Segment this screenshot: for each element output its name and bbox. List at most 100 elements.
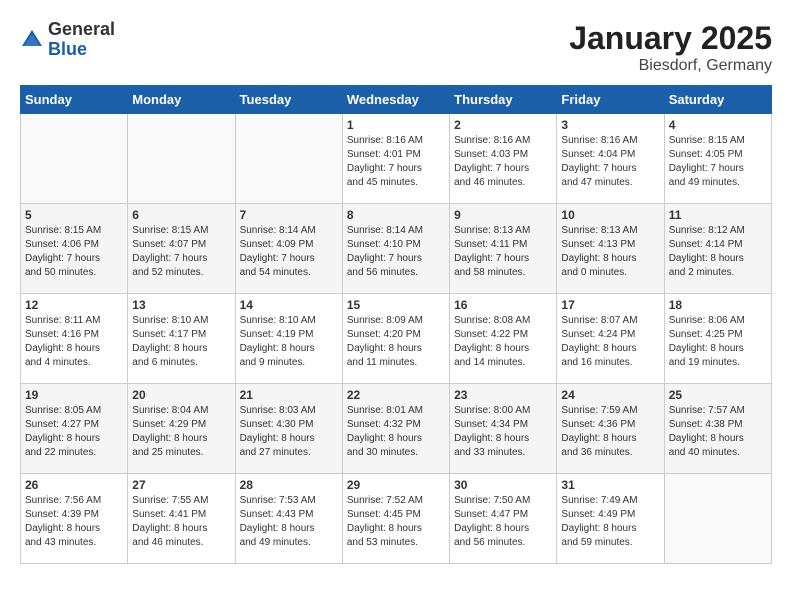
calendar-cell: 21Sunrise: 8:03 AM Sunset: 4:30 PM Dayli… xyxy=(235,384,342,474)
calendar-cell: 9 Sunrise: 8:13 AM Sunset: 4:11 PM Daylig… xyxy=(450,204,557,294)
day-info: Sunrise: 8:11 AM Sunset: 4:16 PM Dayligh… xyxy=(25,314,123,370)
day-number: 19 xyxy=(25,388,123,402)
calendar-cell: 30 Sunrise: 7:50 AM Sunset: 4:47 PM Dayli… xyxy=(450,474,557,564)
calendar-table: SundayMondayTuesdayWednesdayThursdayFrid… xyxy=(20,85,772,564)
day-info: Sunrise: 8:06 AM Sunset: 4:25 PM Dayligh… xyxy=(669,314,767,370)
day-number: 1 xyxy=(347,118,445,132)
day-number: 4 xyxy=(669,118,767,132)
calendar-cell: 12 Sunrise: 8:11 AM Sunset: 4:16 PM Dayli… xyxy=(21,294,128,384)
day-info: Sunrise: 7:56 AM Sunset: 4:39 PM Dayligh… xyxy=(25,494,123,550)
day-number: 8 xyxy=(347,208,445,222)
logo-blue-label: Blue xyxy=(48,40,115,60)
day-info: Sunrise: 7:59 AM Sunset: 4:36 PM Dayligh… xyxy=(561,404,659,460)
calendar-cell: 23Sunrise: 8:00 AM Sunset: 4:34 PM Dayli… xyxy=(450,384,557,474)
day-number: 9 xyxy=(454,208,552,222)
logo-text: General Blue xyxy=(48,20,115,60)
day-number: 13 xyxy=(132,298,230,312)
day-number: 6 xyxy=(132,208,230,222)
page-header: General Blue January 2025 Biesdorf, Germ… xyxy=(20,20,772,75)
title-section: January 2025 Biesdorf, Germany xyxy=(569,20,772,75)
calendar-cell: 11 Sunrise: 8:12 AM Sunset: 4:14 PM Dayli… xyxy=(664,204,771,294)
calendar-cell: 22Sunrise: 8:01 AM Sunset: 4:32 PM Dayli… xyxy=(342,384,449,474)
location-label: Biesdorf, Germany xyxy=(569,57,772,75)
day-info: Sunrise: 7:49 AM Sunset: 4:49 PM Dayligh… xyxy=(561,494,659,550)
day-info: Sunrise: 8:01 AM Sunset: 4:32 PM Dayligh… xyxy=(347,404,445,460)
weekday-header-row: SundayMondayTuesdayWednesdayThursdayFrid… xyxy=(21,86,772,114)
calendar-cell: 1 Sunrise: 8:16 AM Sunset: 4:01 PM Daylig… xyxy=(342,114,449,204)
day-info: Sunrise: 8:10 AM Sunset: 4:17 PM Dayligh… xyxy=(132,314,230,370)
day-number: 31 xyxy=(561,478,659,492)
day-info: Sunrise: 8:04 AM Sunset: 4:29 PM Dayligh… xyxy=(132,404,230,460)
day-number: 7 xyxy=(240,208,338,222)
day-info: Sunrise: 7:52 AM Sunset: 4:45 PM Dayligh… xyxy=(347,494,445,550)
day-info: Sunrise: 8:14 AM Sunset: 4:09 PM Dayligh… xyxy=(240,224,338,280)
day-number: 20 xyxy=(132,388,230,402)
logo-icon xyxy=(20,28,44,52)
day-info: Sunrise: 8:07 AM Sunset: 4:24 PM Dayligh… xyxy=(561,314,659,370)
calendar-cell: 31 Sunrise: 7:49 AM Sunset: 4:49 PM Dayli… xyxy=(557,474,664,564)
day-number: 23 xyxy=(454,388,552,402)
weekday-header-tuesday: Tuesday xyxy=(235,86,342,114)
day-info: Sunrise: 8:12 AM Sunset: 4:14 PM Dayligh… xyxy=(669,224,767,280)
calendar-cell: 3 Sunrise: 8:16 AM Sunset: 4:04 PM Daylig… xyxy=(557,114,664,204)
calendar-cell: 7 Sunrise: 8:14 AM Sunset: 4:09 PM Daylig… xyxy=(235,204,342,294)
calendar-cell xyxy=(21,114,128,204)
calendar-week-row: 19Sunrise: 8:05 AM Sunset: 4:27 PM Dayli… xyxy=(21,384,772,474)
calendar-cell: 8 Sunrise: 8:14 AM Sunset: 4:10 PM Daylig… xyxy=(342,204,449,294)
day-info: Sunrise: 8:15 AM Sunset: 4:06 PM Dayligh… xyxy=(25,224,123,280)
day-number: 12 xyxy=(25,298,123,312)
logo-general-label: General xyxy=(48,20,115,40)
day-info: Sunrise: 8:16 AM Sunset: 4:04 PM Dayligh… xyxy=(561,134,659,190)
calendar-cell xyxy=(664,474,771,564)
day-info: Sunrise: 7:50 AM Sunset: 4:47 PM Dayligh… xyxy=(454,494,552,550)
day-info: Sunrise: 8:16 AM Sunset: 4:03 PM Dayligh… xyxy=(454,134,552,190)
day-info: Sunrise: 8:08 AM Sunset: 4:22 PM Dayligh… xyxy=(454,314,552,370)
calendar-cell: 13 Sunrise: 8:10 AM Sunset: 4:17 PM Dayli… xyxy=(128,294,235,384)
calendar-cell: 20 Sunrise: 8:04 AM Sunset: 4:29 PM Dayli… xyxy=(128,384,235,474)
month-year-title: January 2025 xyxy=(569,20,772,57)
day-info: Sunrise: 8:14 AM Sunset: 4:10 PM Dayligh… xyxy=(347,224,445,280)
calendar-cell: 15 Sunrise: 8:09 AM Sunset: 4:20 PM Dayli… xyxy=(342,294,449,384)
day-info: Sunrise: 7:57 AM Sunset: 4:38 PM Dayligh… xyxy=(669,404,767,460)
day-number: 18 xyxy=(669,298,767,312)
day-info: Sunrise: 8:13 AM Sunset: 4:11 PM Dayligh… xyxy=(454,224,552,280)
day-number: 25 xyxy=(669,388,767,402)
day-number: 14 xyxy=(240,298,338,312)
day-info: Sunrise: 7:53 AM Sunset: 4:43 PM Dayligh… xyxy=(240,494,338,550)
calendar-cell: 17Sunrise: 8:07 AM Sunset: 4:24 PM Dayli… xyxy=(557,294,664,384)
day-info: Sunrise: 8:15 AM Sunset: 4:07 PM Dayligh… xyxy=(132,224,230,280)
day-info: Sunrise: 8:15 AM Sunset: 4:05 PM Dayligh… xyxy=(669,134,767,190)
day-number: 15 xyxy=(347,298,445,312)
calendar-cell: 25 Sunrise: 7:57 AM Sunset: 4:38 PM Dayli… xyxy=(664,384,771,474)
calendar-cell: 14 Sunrise: 8:10 AM Sunset: 4:19 PM Dayli… xyxy=(235,294,342,384)
calendar-cell: 18 Sunrise: 8:06 AM Sunset: 4:25 PM Dayli… xyxy=(664,294,771,384)
day-number: 30 xyxy=(454,478,552,492)
day-number: 3 xyxy=(561,118,659,132)
calendar-cell: 5 Sunrise: 8:15 AM Sunset: 4:06 PM Daylig… xyxy=(21,204,128,294)
day-info: Sunrise: 8:09 AM Sunset: 4:20 PM Dayligh… xyxy=(347,314,445,370)
calendar-cell: 29 Sunrise: 7:52 AM Sunset: 4:45 PM Dayli… xyxy=(342,474,449,564)
day-info: Sunrise: 8:03 AM Sunset: 4:30 PM Dayligh… xyxy=(240,404,338,460)
day-number: 2 xyxy=(454,118,552,132)
day-info: Sunrise: 8:10 AM Sunset: 4:19 PM Dayligh… xyxy=(240,314,338,370)
calendar-cell: 6 Sunrise: 8:15 AM Sunset: 4:07 PM Daylig… xyxy=(128,204,235,294)
weekday-header-monday: Monday xyxy=(128,86,235,114)
day-number: 26 xyxy=(25,478,123,492)
day-number: 11 xyxy=(669,208,767,222)
calendar-cell: 24 Sunrise: 7:59 AM Sunset: 4:36 PM Dayli… xyxy=(557,384,664,474)
calendar-week-row: 5 Sunrise: 8:15 AM Sunset: 4:06 PM Daylig… xyxy=(21,204,772,294)
calendar-cell: 19Sunrise: 8:05 AM Sunset: 4:27 PM Dayli… xyxy=(21,384,128,474)
day-info: Sunrise: 8:13 AM Sunset: 4:13 PM Dayligh… xyxy=(561,224,659,280)
calendar-cell: 27Sunrise: 7:55 AM Sunset: 4:41 PM Dayli… xyxy=(128,474,235,564)
day-number: 24 xyxy=(561,388,659,402)
calendar-cell: 10Sunrise: 8:13 AM Sunset: 4:13 PM Dayli… xyxy=(557,204,664,294)
day-number: 5 xyxy=(25,208,123,222)
day-info: Sunrise: 7:55 AM Sunset: 4:41 PM Dayligh… xyxy=(132,494,230,550)
day-info: Sunrise: 8:16 AM Sunset: 4:01 PM Dayligh… xyxy=(347,134,445,190)
calendar-cell xyxy=(128,114,235,204)
calendar-cell: 26 Sunrise: 7:56 AM Sunset: 4:39 PM Dayli… xyxy=(21,474,128,564)
weekday-header-thursday: Thursday xyxy=(450,86,557,114)
day-number: 29 xyxy=(347,478,445,492)
calendar-cell: 4 Sunrise: 8:15 AM Sunset: 4:05 PM Daylig… xyxy=(664,114,771,204)
logo: General Blue xyxy=(20,20,115,60)
